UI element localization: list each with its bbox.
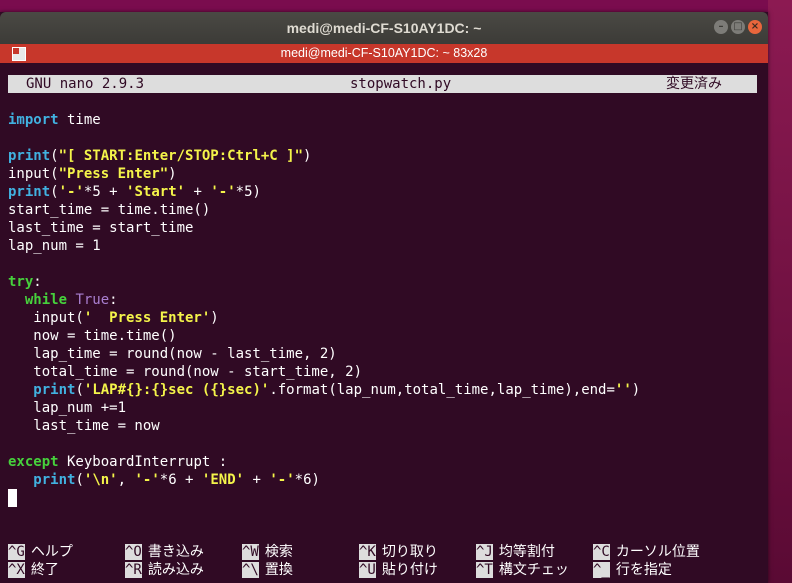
code-line: except KeyboardInterrupt : — [8, 454, 228, 470]
code-line: lap_num = 1 — [8, 238, 101, 254]
shortcut-where-is[interactable]: ^W 検索 — [242, 543, 293, 561]
maximize-button[interactable]: □ — [731, 20, 745, 34]
code-line: input(' Press Enter') — [8, 310, 219, 326]
code-line: input("Press Enter") — [8, 166, 177, 182]
modified-status: 変更済み — [666, 76, 722, 92]
shortcut-uncut-text[interactable]: ^U 貼り付け — [359, 561, 438, 579]
scrollbar[interactable] — [757, 63, 768, 583]
nano-editor[interactable]: GNU nano 2.9.3 stopwatch.py 変更済み import … — [8, 63, 757, 583]
terminal-tab-title: medi@medi-CF-S10AY1DC: ~ 83x28 — [280, 46, 488, 60]
code-line: lap_time = round(now - last_time, 2) — [8, 346, 337, 362]
code-line: now = time.time() — [8, 328, 177, 344]
window-controls: – □ × — [714, 20, 762, 34]
minimize-button[interactable]: – — [714, 20, 728, 34]
shortcut-write-out[interactable]: ^O 書き込み — [125, 543, 204, 561]
nano-version: GNU nano 2.9.3 — [26, 76, 145, 92]
code-line: start_time = time.time() — [8, 202, 211, 218]
terminal-window: medi@medi-CF-S10AY1DC: ~ – □ × medi@medi… — [0, 12, 768, 583]
code-line: try: — [8, 274, 42, 290]
code-line: print('\n', '-'*6 + 'END' + '-'*6) — [33, 472, 320, 488]
shortcut-exit[interactable]: ^X 終了 — [8, 561, 59, 579]
code-line: lap_num +=1 — [8, 400, 127, 416]
shortcut-justify[interactable]: ^J 均等割付 — [476, 543, 555, 561]
shortcut-cursor-pos[interactable]: ^C カーソル位置 — [593, 543, 700, 561]
code-line: print('-'*5 + 'Start' + '-'*5) — [8, 184, 261, 200]
code-line: total_time = round(now - start_time, 2) — [8, 364, 363, 380]
terminal-tab-bar: medi@medi-CF-S10AY1DC: ~ 83x28 — [0, 44, 768, 63]
window-title: medi@medi-CF-S10AY1DC: ~ — [286, 20, 482, 36]
code-line: while True: — [24, 292, 118, 308]
code-line: print('LAP#{}:{}sec ({}sec)'.format(lap_… — [33, 382, 641, 398]
code-line: print("[ START:Enter/STOP:Ctrl+C ]") — [8, 148, 312, 164]
code-line: import time — [8, 112, 101, 128]
code-line: last_time = start_time — [8, 220, 194, 236]
desktop-background — [768, 0, 792, 583]
close-button[interactable]: × — [748, 20, 762, 34]
shortcut-go-to-line[interactable]: ^_ 行を指定 — [593, 561, 672, 579]
file-name: stopwatch.py — [350, 76, 452, 92]
title-bar[interactable]: medi@medi-CF-S10AY1DC: ~ – □ × — [0, 12, 768, 44]
shortcut-read-file[interactable]: ^R 読み込み — [125, 561, 204, 579]
shortcut-to-spell[interactable]: ^T 構文チェッ — [476, 561, 569, 579]
code-line: last_time = now — [8, 418, 160, 434]
nano-status-bar: GNU nano 2.9.3 stopwatch.py 変更済み — [8, 75, 757, 93]
shortcut-cut-text[interactable]: ^K 切り取り — [359, 543, 438, 561]
shortcut-help[interactable]: ^G ヘルプ — [8, 543, 73, 561]
text-cursor — [8, 489, 17, 507]
shortcut-replace[interactable]: ^\ 置換 — [242, 561, 293, 579]
